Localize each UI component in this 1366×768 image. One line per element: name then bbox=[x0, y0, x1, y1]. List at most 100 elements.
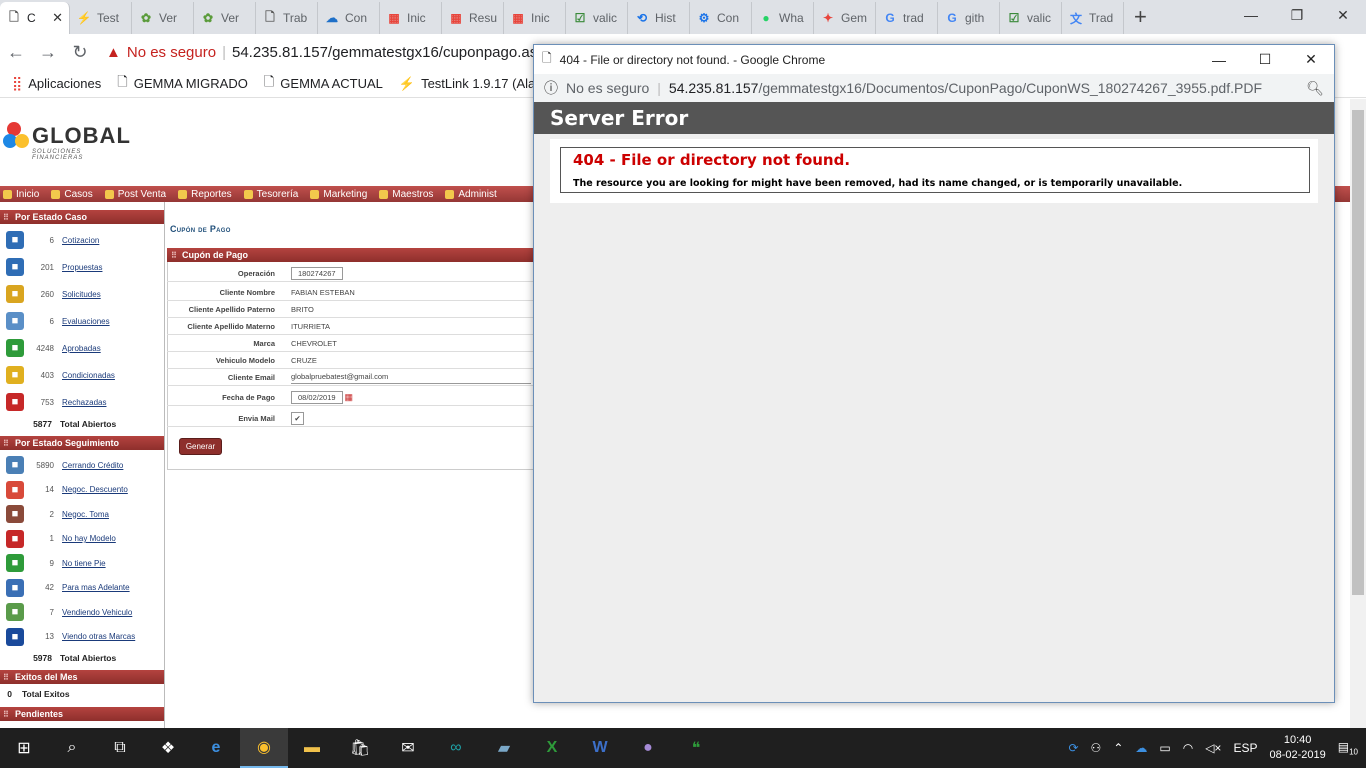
task-view-icon[interactable]: ⧉ bbox=[96, 728, 144, 768]
notifications-icon[interactable]: ▤10 bbox=[1338, 740, 1358, 756]
language-indicator[interactable]: ESP bbox=[1233, 741, 1257, 755]
browser-tab[interactable]: ✿ Ver bbox=[132, 2, 194, 34]
section-header-estado-seguimiento[interactable]: Por Estado Seguimiento bbox=[0, 436, 164, 450]
chevron-up-icon[interactable]: ⌃ bbox=[1113, 741, 1123, 755]
back-icon[interactable]: ← bbox=[0, 42, 32, 63]
notebook-icon[interactable]: ▰ bbox=[480, 728, 528, 768]
status-icon: ■ bbox=[6, 578, 24, 597]
close-icon[interactable]: ✕ bbox=[1288, 45, 1334, 74]
browser-tab[interactable]: ☑ valic bbox=[566, 2, 628, 34]
menu-item[interactable]: Tesorería bbox=[241, 189, 308, 200]
sidebar-item[interactable]: ■ 260 Solicitudes bbox=[0, 281, 164, 307]
sidebar-item[interactable]: ■ 14 Negoc. Descuento bbox=[0, 477, 164, 503]
reload-icon[interactable]: ↻ bbox=[64, 42, 96, 63]
browser-tab[interactable]: ▦ Inic bbox=[380, 2, 442, 34]
browser-tab[interactable]: ● Wha bbox=[752, 2, 814, 34]
menu-item[interactable]: Inicio bbox=[0, 189, 48, 200]
clock[interactable]: 10:40 08-02-2019 bbox=[1269, 733, 1325, 763]
sidebar-item[interactable]: ■ 2 Negoc. Toma bbox=[0, 501, 164, 527]
dropbox-icon[interactable]: ❖ bbox=[144, 728, 192, 768]
calendar-icon[interactable]: ▦ bbox=[345, 392, 354, 403]
browser-tab[interactable]: ⟲ Hist bbox=[628, 2, 690, 34]
sidebar-item[interactable]: ■ 201 Propuestas bbox=[0, 254, 164, 280]
sidebar-item[interactable]: ■ 42 Para mas Adelante bbox=[0, 575, 164, 601]
sidebar-item[interactable]: ■ 1 No hay Modelo bbox=[0, 526, 164, 552]
store-icon[interactable]: 🛍︎ bbox=[336, 728, 384, 768]
sidebar-item[interactable]: ■ 13 Viendo otras Marcas bbox=[0, 624, 164, 650]
menu-item[interactable]: Post Venta bbox=[102, 189, 175, 200]
hangouts-icon[interactable]: ❝ bbox=[672, 728, 720, 768]
wifi-icon[interactable]: ◠ bbox=[1183, 741, 1193, 755]
github-icon[interactable]: ● bbox=[624, 728, 672, 768]
form-input[interactable]: 180274267 bbox=[291, 266, 343, 280]
search-icon[interactable]: ⌕ bbox=[48, 728, 96, 768]
people-icon[interactable]: ⚇ bbox=[1091, 741, 1102, 755]
edge-icon[interactable]: e bbox=[192, 728, 240, 768]
form-input[interactable]: 08/02/2019 bbox=[291, 390, 343, 404]
bookmark-gemma-actual[interactable]: 🗋 GEMMA ACTUAL bbox=[264, 73, 383, 95]
sidebar-item[interactable]: ■ 403 Condicionadas bbox=[0, 362, 164, 388]
minimize-icon[interactable]: — bbox=[1228, 0, 1274, 30]
bookmark-apps[interactable]: ⣿ Aplicaciones bbox=[12, 75, 101, 92]
browser-tab[interactable]: ⚙ Con bbox=[690, 2, 752, 34]
update-icon[interactable]: ⟳ bbox=[1068, 741, 1078, 755]
browser-tab[interactable]: ✦ Gem bbox=[814, 2, 876, 34]
word-icon[interactable]: W bbox=[576, 728, 624, 768]
generar-button[interactable]: Generar bbox=[179, 438, 222, 455]
sidebar-item[interactable]: ■ 6 Cotizacion bbox=[0, 227, 164, 253]
section-header-pendientes[interactable]: Pendientes bbox=[0, 707, 164, 721]
start-icon[interactable]: ⊞ bbox=[0, 728, 48, 768]
section-header-estado-caso[interactable]: Por Estado Caso bbox=[0, 210, 164, 224]
chrome-icon[interactable]: ◉ bbox=[240, 728, 288, 768]
bookmark-testlink[interactable]: ⚡ TestLink 1.9.17 (Alan bbox=[399, 76, 543, 92]
form-input[interactable]: globalpruebatest@gmail.com bbox=[291, 371, 531, 384]
browser-tab[interactable]: 🗋 Trab bbox=[256, 2, 318, 34]
envia-mail-checkbox[interactable]: ✔ bbox=[291, 411, 304, 425]
browser-tab[interactable]: ✿ Ver bbox=[194, 2, 256, 34]
onedrive-icon[interactable]: ☁ bbox=[1135, 741, 1147, 755]
browser-tab[interactable]: Ggith bbox=[938, 2, 1000, 34]
forward-icon[interactable]: → bbox=[32, 42, 64, 63]
sidebar-item[interactable]: ■ 5890 Cerrando Crédito bbox=[0, 452, 164, 478]
bookmark-gemma-migrado[interactable]: 🗋 GEMMA MIGRADO bbox=[117, 73, 248, 95]
status-icon: ■ bbox=[6, 312, 24, 330]
sidebar-item[interactable]: ■ 7 Vendiendo Vehiculo bbox=[0, 599, 164, 625]
browser-tab[interactable]: 🗋 C ✕ bbox=[0, 2, 70, 34]
minimize-icon[interactable]: — bbox=[1196, 45, 1242, 74]
close-icon[interactable]: ✕ bbox=[1320, 0, 1366, 30]
sidebar-item[interactable]: ■ 4248 Aprobadas bbox=[0, 335, 164, 361]
browser-tab[interactable]: ▦ Resu bbox=[442, 2, 504, 34]
browser-tab[interactable]: ☁ Con bbox=[318, 2, 380, 34]
sidebar-item[interactable]: ■ 753 Rechazadas bbox=[0, 389, 164, 415]
sidebar-item[interactable]: ■ 6 Evaluaciones bbox=[0, 308, 164, 334]
section-header-exitos[interactable]: Exitos del Mes bbox=[0, 670, 164, 684]
zoom-icon[interactable]: 🔍︎ bbox=[1306, 80, 1324, 97]
battery-icon[interactable]: ▭ bbox=[1159, 741, 1170, 755]
page-icon: 🗋 bbox=[9, 9, 19, 24]
close-tab-icon[interactable]: ✕ bbox=[52, 10, 63, 26]
maximize-icon[interactable]: ☐ bbox=[1242, 45, 1288, 74]
status-icon: ■ bbox=[6, 366, 24, 384]
browser-tab[interactable]: 文 Trad bbox=[1062, 2, 1124, 34]
new-tab-icon[interactable]: + bbox=[1124, 2, 1157, 32]
browser-tab[interactable]: ☑ valic bbox=[1000, 2, 1062, 34]
menu-item[interactable]: Marketing bbox=[307, 189, 376, 200]
menu-item[interactable]: Reportes bbox=[175, 189, 241, 200]
menu-item[interactable]: Maestros bbox=[376, 189, 442, 200]
restore-icon[interactable]: ❐ bbox=[1274, 0, 1320, 30]
file-explorer-icon[interactable]: ▬ bbox=[288, 728, 336, 768]
popup-address-bar[interactable]: ⓘ No es seguro | 54.235.81.157/gemmatest… bbox=[534, 74, 1334, 102]
volume-icon[interactable]: ◁× bbox=[1205, 741, 1221, 755]
info-icon: ⓘ bbox=[544, 80, 558, 96]
menu-item[interactable]: Casos bbox=[48, 189, 101, 200]
sidebar-item[interactable]: ■ 9 No tiene Pie bbox=[0, 550, 164, 576]
scrollbar-thumb[interactable] bbox=[1352, 110, 1364, 595]
mail-icon[interactable]: ✉ bbox=[384, 728, 432, 768]
menu-item[interactable]: Administ bbox=[442, 189, 505, 200]
excel-icon[interactable]: X bbox=[528, 728, 576, 768]
browser-tab[interactable]: ⚡ Test bbox=[70, 2, 132, 34]
arduino-icon[interactable]: ∞ bbox=[432, 728, 480, 768]
browser-tab[interactable]: ▦ Inic bbox=[504, 2, 566, 34]
address-bar[interactable]: ▲ No es seguro | 54.235.81.157/gemmatest… bbox=[106, 44, 553, 61]
browser-tab[interactable]: Gtrad bbox=[876, 2, 938, 34]
